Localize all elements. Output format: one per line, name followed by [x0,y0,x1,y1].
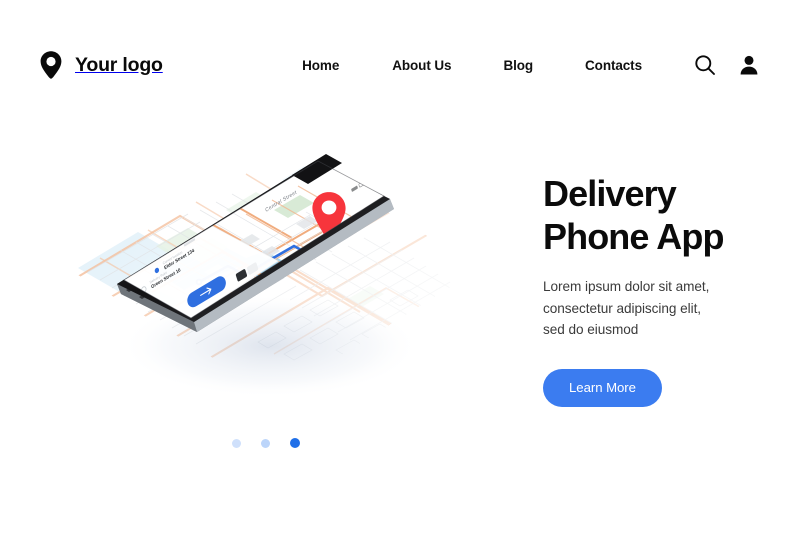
hero-paragraph: Lorem ipsum dolor sit amet, consectetur … [543,276,783,341]
paragraph-line-2: consectetur adipiscing elit, [543,300,702,316]
paragraph-line-3: sed do eiusmod [543,322,639,337]
paragraph-line-1: Lorem ipsum dolor sit amet, [543,279,710,294]
logo-text: Your logo [75,53,163,76]
map-pin-icon [40,51,62,79]
nav-item-contacts[interactable]: Contacts [585,52,642,79]
search-button[interactable] [694,54,716,76]
landing-page: Your logo Home About Us Blog Contacts Ce… [0,0,800,533]
nav-item-home[interactable]: Home [302,52,339,79]
nav-item-about-us[interactable]: About Us [392,52,451,79]
carousel-dot-3[interactable] [290,438,300,448]
logo[interactable]: Your logo [38,45,163,85]
account-button[interactable] [738,54,760,76]
user-icon [740,55,758,75]
site-header: Your logo Home About Us Blog Contacts [0,0,800,130]
headline-line-2: Phone App [543,216,724,257]
isometric-phone-map-graphic: You Central Street [70,150,480,398]
learn-more-button[interactable]: Learn More [543,368,662,407]
search-icon [695,55,715,75]
page-title: Delivery Phone App [543,172,783,258]
main-nav: Home About Us Blog Contacts [302,52,760,79]
carousel-dots [232,438,300,448]
carousel-dot-1[interactable] [232,438,241,448]
carousel-dot-2[interactable] [261,438,270,448]
hero-illustration: You Central Street [60,150,490,440]
headline-line-1: Delivery [543,173,677,214]
hero-copy: Delivery Phone App Lorem ipsum dolor sit… [543,172,783,407]
nav-item-blog[interactable]: Blog [503,52,533,79]
